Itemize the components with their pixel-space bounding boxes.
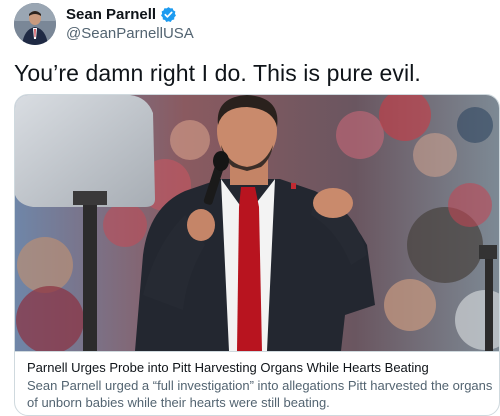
author-avatar[interactable] [14,3,56,45]
tweet-text: You’re damn right I do. This is pure evi… [14,60,421,86]
card-meta[interactable]: Parnell Urges Probe into Pitt Harvesting… [15,351,499,415]
link-card[interactable]: Parnell Urges Probe into Pitt Harvesting… [14,94,500,416]
news-photo-icon [15,95,499,351]
verified-badge-icon [160,6,177,23]
author-display-name[interactable]: Sean Parnell [66,6,156,23]
author-handle[interactable]: @SeanParnellUSA [66,25,194,42]
card-image[interactable] [15,95,499,351]
card-title[interactable]: Parnell Urges Probe into Pitt Harvesting… [27,359,499,376]
tweet: Sean Parnell @SeanParnellUSA You’re damn… [0,0,500,416]
profile-photo-icon [14,3,56,45]
author-name-row: Sean Parnell [66,6,177,23]
card-description: Sean Parnell urged a “full investigation… [27,378,493,410]
